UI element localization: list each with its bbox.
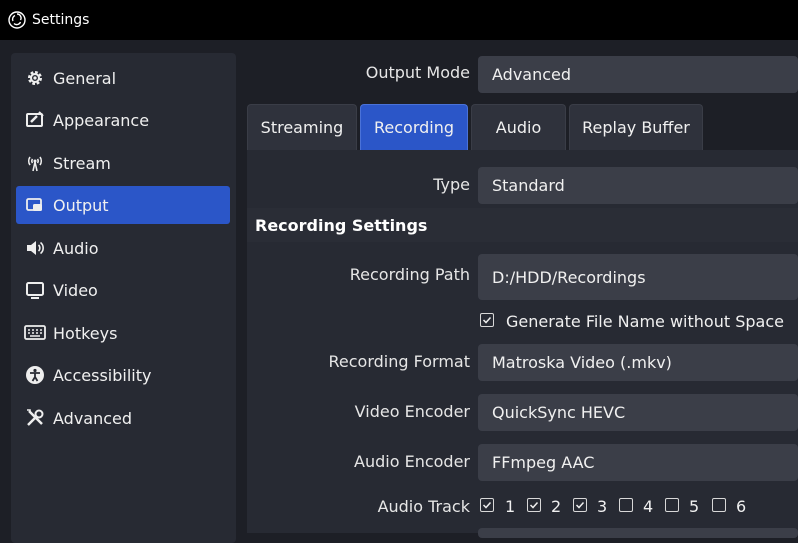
audio-track-6-checkbox[interactable] [712,498,726,512]
sidebar-item-label: General [53,68,117,88]
section-title: Recording Settings [255,216,428,235]
sidebar-item-label: Hotkeys [53,323,118,343]
speaker-icon [24,237,46,259]
audio-track-5-checkbox[interactable] [665,498,679,512]
audio-track-1-label: 1 [505,497,516,516]
next-field-partial[interactable] [478,528,798,538]
sidebar-item-advanced[interactable]: Advanced [16,399,230,437]
tab-recording[interactable]: Recording [360,104,468,150]
recording-format-label: Recording Format [328,352,471,371]
sidebar-item-label: Appearance [53,110,150,130]
sidebar-item-appearance[interactable]: Appearance [16,101,230,139]
output-mode-select[interactable]: Advanced [478,56,798,93]
accessibility-icon [24,364,46,386]
audio-encoder-select[interactable]: FFmpeg AAC [478,444,798,481]
sidebar-item-label: Output [53,195,109,215]
tab-replay-buffer[interactable]: Replay Buffer [569,104,703,150]
audio-track-6-label: 6 [736,497,747,516]
sidebar-item-video[interactable]: Video [16,271,230,309]
type-select[interactable]: Standard [478,167,798,204]
video-encoder-select[interactable]: QuickSync HEVC [478,394,798,431]
output-settings-panel: Output Mode Advanced Streaming Recording… [247,40,798,538]
settings-sidebar: General Appearance Stream Output Audio V… [11,53,236,543]
gear-icon [24,67,46,89]
audio-track-5-label: 5 [689,497,700,516]
obs-logo-icon [7,10,27,30]
sidebar-item-label: Audio [53,238,99,258]
appearance-icon [24,109,46,131]
keyboard-icon [24,322,46,344]
sidebar-item-output[interactable]: Output [16,186,230,224]
tab-streaming[interactable]: Streaming [247,104,357,150]
sidebar-item-general[interactable]: General [16,59,230,97]
sidebar-item-label: Advanced [53,408,133,428]
sidebar-item-stream[interactable]: Stream [16,144,230,182]
recording-settings-header: Recording Settings [247,208,798,242]
sidebar-item-label: Stream [53,153,111,173]
type-label: Type [433,175,470,194]
antenna-icon [24,152,46,174]
sidebar-item-audio[interactable]: Audio [16,229,230,267]
sidebar-item-hotkeys[interactable]: Hotkeys [16,314,230,352]
tools-icon [24,407,46,429]
title-bar: Settings [0,0,798,40]
audio-track-3-checkbox[interactable] [573,498,587,512]
audio-track-label: Audio Track [377,497,470,516]
audio-encoder-label: Audio Encoder [354,452,470,471]
generate-filename-label: Generate File Name without Space [506,312,784,331]
audio-track-4-label: 4 [643,497,654,516]
sidebar-item-label: Accessibility [53,365,152,385]
window-title: Settings [32,12,90,28]
output-mode-label: Output Mode [365,63,470,82]
monitor-icon [24,279,46,301]
sidebar-item-label: Video [53,280,98,300]
sidebar-item-accessibility[interactable]: Accessibility [16,356,230,394]
recording-path-input[interactable]: D:/HDD/Recordings [478,254,798,300]
tab-audio[interactable]: Audio [471,104,566,150]
audio-track-1-checkbox[interactable] [480,498,494,512]
video-encoder-label: Video Encoder [354,402,470,421]
output-icon [24,194,46,216]
audio-track-3-label: 3 [597,497,608,516]
audio-track-2-label: 2 [551,497,562,516]
generate-filename-checkbox[interactable] [480,313,494,327]
audio-track-2-checkbox[interactable] [527,498,541,512]
recording-format-select[interactable]: Matroska Video (.mkv) [478,344,798,381]
audio-track-4-checkbox[interactable] [619,498,633,512]
recording-path-label: Recording Path [349,265,470,284]
